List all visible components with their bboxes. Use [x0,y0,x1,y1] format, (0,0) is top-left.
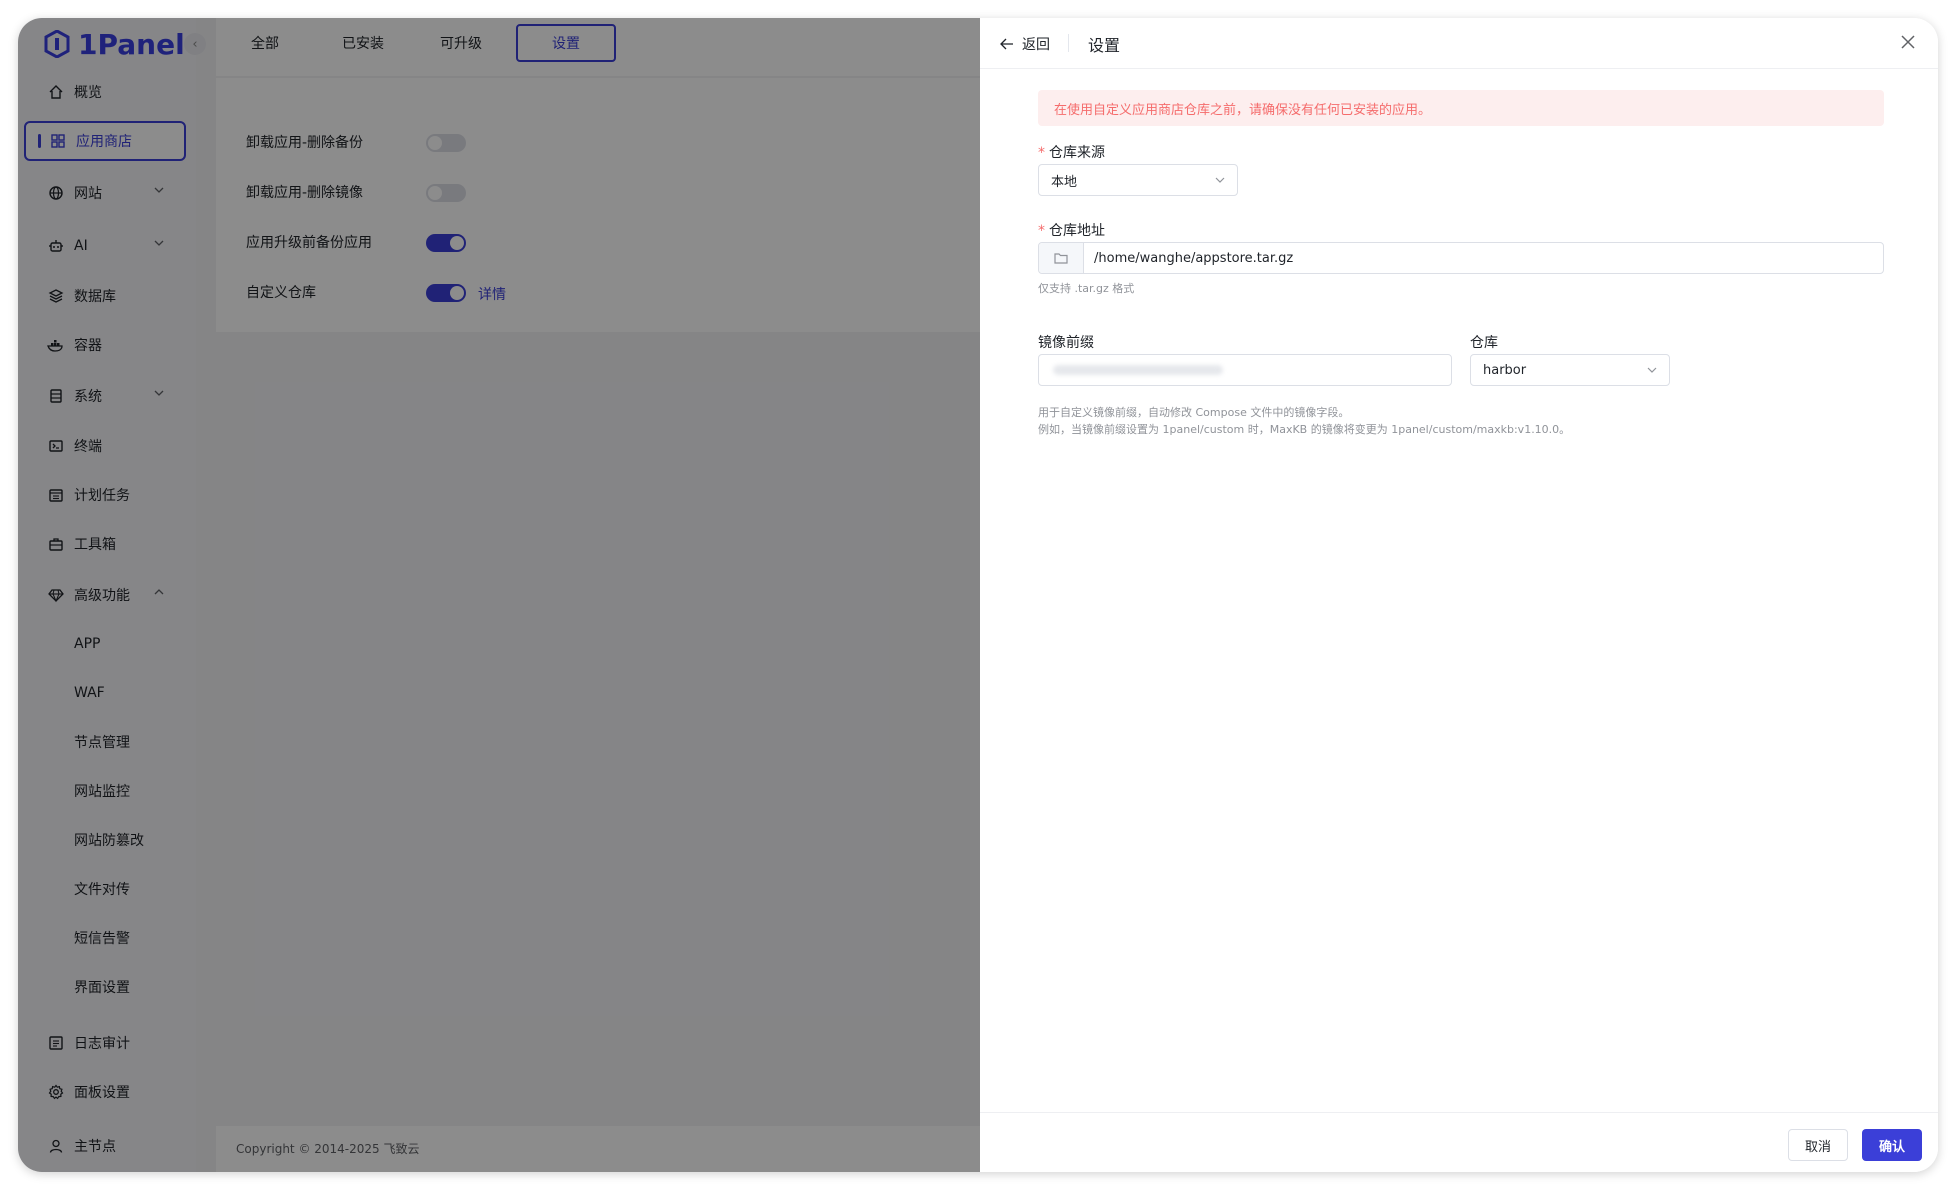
alert-text: 在使用自定义应用商店仓库之前，请确保没有任何已安装的应用。 [1054,99,1431,118]
address-hint: 仅支持 .tar.gz 格式 [1038,280,1134,297]
folder-button[interactable] [1039,243,1084,273]
app-window: 1Panel ‹ 概览 应用商店 网站 [18,18,1938,1172]
redacted-value [1053,365,1223,375]
required-mark: * [1038,145,1045,161]
drawer-header: 返回 设置 [980,18,1938,69]
chevron-down-icon [1647,367,1657,373]
prefix-hint-line-1: 用于自定义镜像前缀，自动修改 Compose 文件中的镜像字段。 [1038,404,1349,421]
folder-icon [1054,252,1068,264]
source-select-value: 本地 [1051,171,1077,190]
image-prefix-input[interactable] [1038,354,1452,386]
drawer-title: 设置 [1088,32,1120,56]
address-label-text: 仓库地址 [1049,223,1105,239]
settings-drawer: 返回 设置 在使用自定义应用商店仓库之前，请确保没有任何已安装的应用。 *仓库来… [980,18,1938,1172]
source-select[interactable]: 本地 [1038,164,1238,196]
repo-select[interactable]: harbor [1470,354,1670,386]
repo-select-value: harbor [1483,363,1526,378]
required-mark: * [1038,223,1045,239]
confirm-button[interactable]: 确认 [1862,1129,1922,1161]
chevron-down-icon [1215,177,1225,183]
prefix-label: 镜像前缀 [1038,332,1094,352]
source-label: *仓库来源 [1038,142,1105,162]
warning-alert: 在使用自定义应用商店仓库之前，请确保没有任何已安装的应用。 [1038,90,1884,126]
drawer-footer: 取消 确认 [980,1112,1938,1172]
close-icon[interactable] [1900,34,1916,50]
arrow-left-icon [1000,38,1014,50]
header-divider [1068,34,1069,52]
address-input[interactable]: /home/wanghe/appstore.tar.gz [1038,242,1884,274]
address-label: *仓库地址 [1038,220,1105,240]
prefix-hint-line-2: 例如，当镜像前缀设置为 1panel/custom 时，MaxKB 的镜像将变更… [1038,421,1570,438]
modal-overlay[interactable] [18,18,980,1172]
address-input-value: /home/wanghe/appstore.tar.gz [1094,251,1293,266]
source-label-text: 仓库来源 [1049,145,1105,161]
repo-label: 仓库 [1470,332,1498,352]
back-label: 返回 [1022,34,1050,54]
back-button[interactable]: 返回 [1000,34,1050,54]
cancel-button[interactable]: 取消 [1788,1129,1848,1161]
